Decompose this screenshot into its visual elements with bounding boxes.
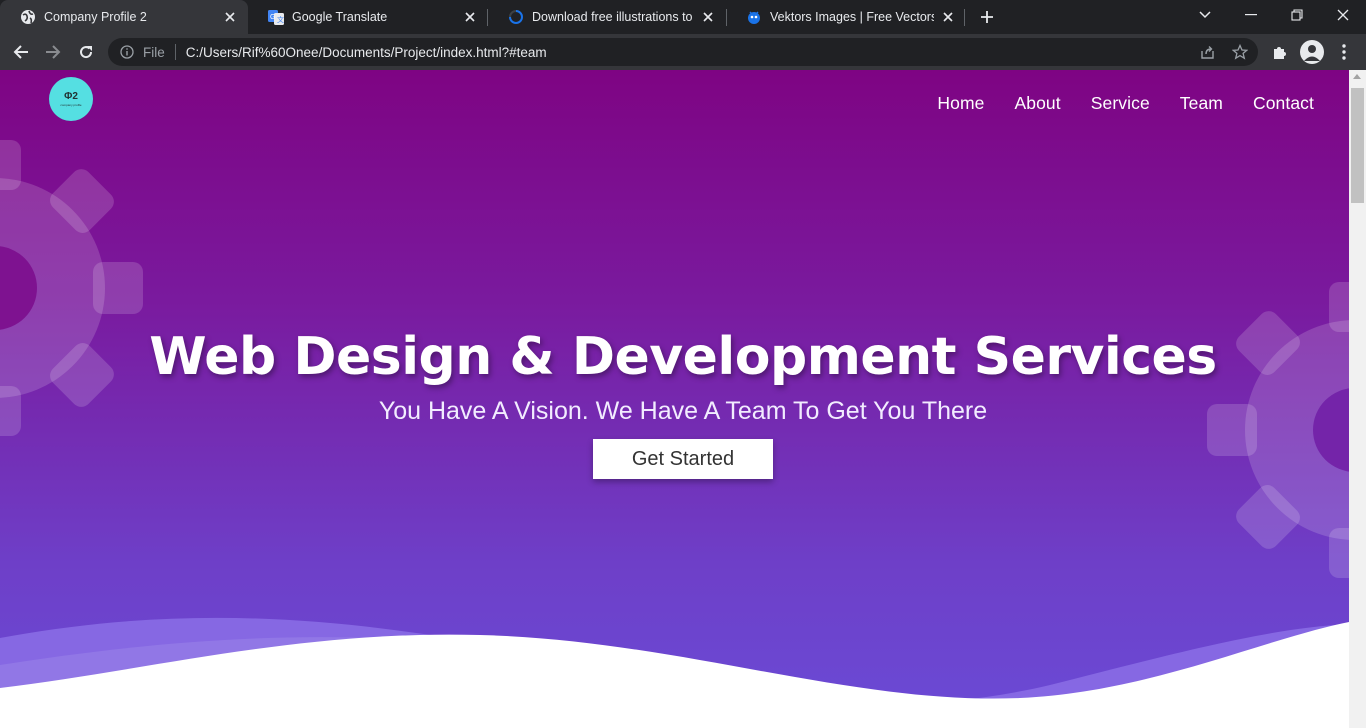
tab-separator <box>964 9 965 26</box>
hero-section: Φ2 company profile Home About Service Te… <box>0 70 1349 728</box>
nav-link-team[interactable]: Team <box>1180 93 1223 114</box>
tab-title: Company Profile 2 <box>44 10 147 24</box>
nav-link-about[interactable]: About <box>1014 93 1060 114</box>
browser-menu-button[interactable] <box>1333 41 1355 63</box>
tab-search-button[interactable] <box>1182 0 1228 30</box>
info-icon[interactable] <box>119 44 135 60</box>
minimize-icon <box>1245 14 1257 16</box>
nav-link-service[interactable]: Service <box>1091 93 1150 114</box>
url-scheme-label: File <box>143 44 165 60</box>
profile-avatar-button[interactable] <box>1300 40 1324 64</box>
close-tab-icon[interactable] <box>222 9 238 25</box>
close-icon <box>1337 9 1349 21</box>
forward-button[interactable] <box>39 38 67 66</box>
google-translate-icon: G文 <box>268 9 284 25</box>
tab-download-illustrations[interactable]: Download free illustrations to po <box>488 0 726 34</box>
close-tab-icon[interactable] <box>462 9 478 25</box>
reload-button[interactable] <box>72 38 100 66</box>
arrow-right-icon <box>46 45 61 59</box>
person-icon <box>1304 45 1320 61</box>
restore-button[interactable] <box>1274 0 1320 30</box>
back-button[interactable] <box>7 38 35 66</box>
close-tab-icon[interactable] <box>700 9 716 25</box>
nav-link-contact[interactable]: Contact <box>1253 93 1314 114</box>
browser-toolbar: File C:/Users/Rif%60Onee/Documents/Proje… <box>0 34 1366 70</box>
tab-title: Download free illustrations to po <box>532 10 694 24</box>
hero-wave <box>0 617 1349 728</box>
restore-icon <box>1291 9 1303 21</box>
puzzle-icon <box>1274 47 1286 59</box>
main-nav: Home About Service Team Contact <box>937 93 1314 114</box>
tab-title: Vektors Images | Free Vectors, Sto <box>770 10 934 24</box>
kebab-menu-icon <box>1342 44 1346 60</box>
svg-text:G: G <box>270 14 275 21</box>
nav-link-home[interactable]: Home <box>937 93 984 114</box>
tab-title: Google Translate <box>292 10 388 24</box>
plus-icon <box>981 11 993 23</box>
reload-icon <box>80 46 93 59</box>
tab-vektors-images[interactable]: Vektors Images | Free Vectors, Sto <box>726 0 966 34</box>
scrollbar-thumb[interactable] <box>1351 88 1364 203</box>
page-scrollbar[interactable] <box>1349 70 1366 728</box>
logo-subtitle: company profile <box>60 102 82 107</box>
close-window-button[interactable] <box>1320 0 1366 30</box>
address-divider <box>174 44 176 60</box>
page-viewport: Φ2 company profile Home About Service Te… <box>0 70 1349 728</box>
close-tab-icon[interactable] <box>940 9 956 25</box>
tab-company-profile[interactable]: Company Profile 2 <box>0 0 248 34</box>
scroll-up-arrow-icon[interactable] <box>1353 74 1361 79</box>
minimize-button[interactable] <box>1228 0 1274 30</box>
vektors-icon <box>746 9 762 25</box>
loading-spinner-icon <box>508 9 524 25</box>
chevron-down-icon <box>1199 11 1211 19</box>
tab-strip: Company Profile 2 G文 Google Translate Do… <box>0 0 1366 34</box>
company-logo[interactable]: Φ2 company profile <box>49 77 93 121</box>
share-icon[interactable] <box>1199 44 1215 60</box>
tab-google-translate[interactable]: G文 Google Translate <box>248 0 488 34</box>
gear-icon <box>1207 282 1349 578</box>
logo-mark: Φ2 <box>64 90 78 102</box>
bookmark-star-icon[interactable] <box>1232 44 1248 60</box>
arrow-left-icon <box>13 45 28 59</box>
gear-icon <box>0 140 143 436</box>
address-bar[interactable]: File C:/Users/Rif%60Onee/Documents/Proje… <box>108 38 1258 66</box>
hero-title: Web Design & Development Services <box>149 327 1217 387</box>
globe-icon <box>20 9 36 25</box>
url-text[interactable]: C:/Users/Rif%60Onee/Documents/Project/in… <box>186 45 547 60</box>
svg-text:文: 文 <box>277 15 284 24</box>
extensions-button[interactable] <box>1268 41 1290 63</box>
get-started-button[interactable]: Get Started <box>593 439 773 479</box>
hero-subtitle: You Have A Vision. We Have A Team To Get… <box>378 397 988 425</box>
new-tab-button[interactable] <box>976 6 998 28</box>
